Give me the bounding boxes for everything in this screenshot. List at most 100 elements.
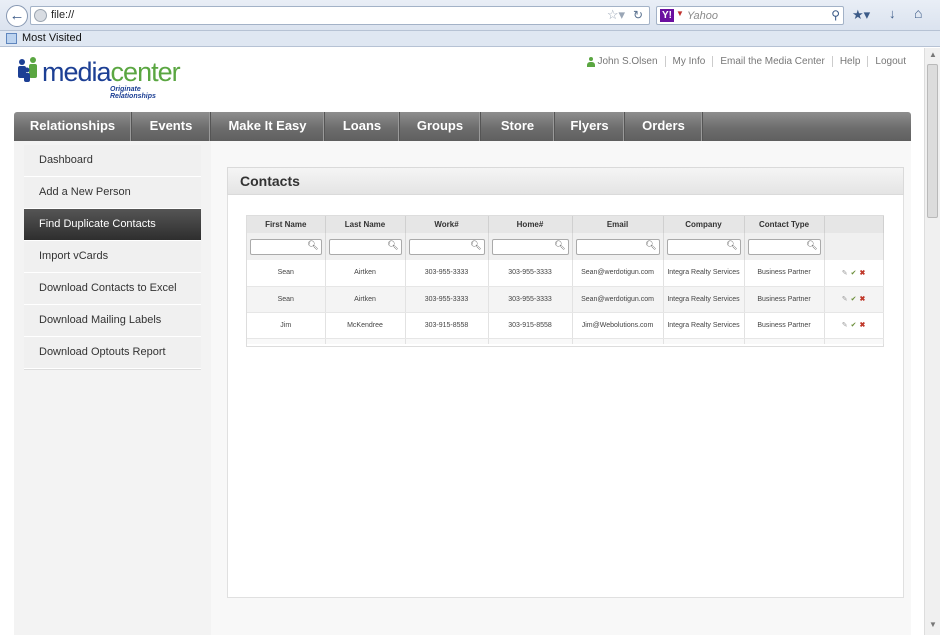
scroll-up-icon[interactable]: ▲ xyxy=(929,50,937,59)
search-icon: 🔍︎ xyxy=(307,239,319,250)
divider xyxy=(712,56,714,67)
yahoo-icon[interactable]: Y! xyxy=(660,9,674,22)
home-icon[interactable]: ⌂ xyxy=(914,5,922,21)
reload-icon[interactable]: ↻ xyxy=(633,8,643,22)
sidebar-item-mailing-labels[interactable]: Download Mailing Labels xyxy=(24,305,201,337)
divider xyxy=(831,56,833,67)
url-text[interactable]: file:// xyxy=(51,9,74,21)
download-icon[interactable]: ↓ xyxy=(889,6,896,21)
delete-icon[interactable]: ✖ xyxy=(859,270,865,277)
column-header-work[interactable]: Work# xyxy=(405,216,489,233)
bookmarks-menu-icon[interactable]: ★▾ xyxy=(852,7,870,23)
bookmarks-bar: Most Visited xyxy=(0,31,940,47)
check-icon[interactable]: ✔ xyxy=(851,296,857,303)
check-icon[interactable]: ✔ xyxy=(851,322,857,329)
most-visited-icon xyxy=(6,33,17,44)
table-row[interactable]: Sean Airtken 303-955-3333 303-955-3333 S… xyxy=(247,260,884,287)
bookmark-star-icon[interactable]: ☆▾ xyxy=(607,7,625,23)
sidebar-item-dashboard[interactable]: Dashboard xyxy=(24,145,201,177)
logo-wordmark: mediacenter xyxy=(42,57,181,87)
column-header-actions xyxy=(824,216,884,233)
column-header-first-name[interactable]: First Name xyxy=(247,216,326,233)
nav-loans[interactable]: Loans xyxy=(325,112,400,141)
edit-icon[interactable]: ✎ xyxy=(842,296,848,303)
filter-row: 🔍︎ 🔍︎ 🔍︎ 🔍︎ 🔍︎ 🔍︎ 🔍︎ xyxy=(247,233,884,260)
page-title: Contacts xyxy=(240,173,300,189)
user-icon xyxy=(587,56,596,67)
column-header-email[interactable]: Email xyxy=(572,216,664,233)
sidebar-item-find-duplicates[interactable]: Find Duplicate Contacts xyxy=(24,209,201,241)
nav-relationships[interactable]: Relationships xyxy=(14,112,132,141)
column-header-contact-type[interactable]: Contact Type xyxy=(744,216,825,233)
nav-store[interactable]: Store xyxy=(481,112,555,141)
contacts-table: First Name Last Name Work# Home# Email C… xyxy=(247,216,884,344)
row-actions: ✎ ✔ ✖ xyxy=(824,286,884,313)
sidebar-menu: Dashboard Add a New Person Find Duplicat… xyxy=(24,145,201,369)
sidebar-item-import-vcards[interactable]: Import vCards xyxy=(24,241,201,273)
search-icon: 🔍︎ xyxy=(806,239,818,250)
my-info-link[interactable]: My Info xyxy=(673,56,706,67)
main-nav: Relationships Events Make It Easy Loans … xyxy=(14,112,911,141)
filter-last-name[interactable]: 🔍︎ xyxy=(328,238,402,255)
filter-contact-type[interactable]: 🔍︎ xyxy=(747,238,821,255)
check-icon[interactable]: ✔ xyxy=(851,270,857,277)
header-row: First Name Last Name Work# Home# Email C… xyxy=(247,216,884,233)
sidebar-item-add-person[interactable]: Add a New Person xyxy=(24,177,201,209)
delete-icon[interactable]: ✖ xyxy=(859,322,865,329)
edit-icon[interactable]: ✎ xyxy=(842,322,848,329)
logo[interactable]: mediacenter Originate Relationships xyxy=(14,56,184,100)
filter-email[interactable]: 🔍︎ xyxy=(575,238,660,255)
top-links: John S.Olsen My Info Email the Media Cen… xyxy=(587,56,906,67)
web-page: mediacenter Originate Relationships John… xyxy=(0,48,924,635)
delete-icon[interactable]: ✖ xyxy=(859,296,865,303)
table-row[interactable]: Sean Airtken 303-955-3333 303-955-3333 S… xyxy=(247,286,884,313)
user-name-link[interactable]: John S.Olsen xyxy=(597,56,657,67)
back-button[interactable]: ← xyxy=(6,5,28,27)
row-actions: ✎ ✔ ✖ xyxy=(824,312,884,339)
search-icon[interactable]: ⚲ xyxy=(831,8,840,22)
email-media-center-link[interactable]: Email the Media Center xyxy=(720,56,825,67)
scroll-thumb[interactable] xyxy=(927,64,938,218)
main-content: Contacts First Name Last Name Work# Home… xyxy=(211,141,911,635)
search-icon: 🔍︎ xyxy=(726,239,738,250)
filter-first-name[interactable]: 🔍︎ xyxy=(250,238,322,255)
row-actions: ✎ ✔ ✖ xyxy=(824,260,884,287)
sidebar-item-optouts-report[interactable]: Download Optouts Report xyxy=(24,337,201,369)
column-header-last-name[interactable]: Last Name xyxy=(325,216,406,233)
nav-events[interactable]: Events xyxy=(132,112,211,141)
browser-toolbar: ← file:// ☆▾ ↻ Y! ▼ Yahoo ⚲ ★▾ ↓ ⌂ xyxy=(0,0,940,31)
page-scrollbar[interactable]: ▲ ▼ xyxy=(924,48,940,635)
column-header-home[interactable]: Home# xyxy=(488,216,573,233)
filter-company[interactable]: 🔍︎ xyxy=(666,238,741,255)
globe-icon xyxy=(34,9,47,22)
logo-people-icon xyxy=(18,57,37,82)
table-row[interactable]: Jim McKendree 303-915-8558 303-915-8558 … xyxy=(247,312,884,339)
filter-home[interactable]: 🔍︎ xyxy=(491,238,569,255)
sidebar: Dashboard Add a New Person Find Duplicat… xyxy=(14,141,211,635)
search-engine-dropdown-icon[interactable]: ▼ xyxy=(676,9,684,18)
sidebar-item-download-excel[interactable]: Download Contacts to Excel xyxy=(24,273,201,305)
address-bar[interactable]: file:// ☆▾ ↻ xyxy=(30,6,650,25)
search-bar[interactable]: Y! ▼ Yahoo ⚲ xyxy=(656,6,844,25)
nav-groups[interactable]: Groups xyxy=(400,112,481,141)
scroll-down-icon[interactable]: ▼ xyxy=(929,620,937,629)
column-header-company[interactable]: Company xyxy=(663,216,745,233)
logout-link[interactable]: Logout xyxy=(875,56,906,67)
nav-flyers[interactable]: Flyers xyxy=(555,112,625,141)
search-icon: 🔍︎ xyxy=(645,239,657,250)
edit-icon[interactable]: ✎ xyxy=(842,270,848,277)
most-visited-link[interactable]: Most Visited xyxy=(22,32,82,44)
search-icon: 🔍︎ xyxy=(470,239,482,250)
nav-make-it-easy[interactable]: Make It Easy xyxy=(211,112,325,141)
nav-orders[interactable]: Orders xyxy=(625,112,703,141)
filter-work[interactable]: 🔍︎ xyxy=(408,238,485,255)
table-spacer-row xyxy=(247,338,884,344)
divider xyxy=(867,56,869,67)
contacts-panel: Contacts First Name Last Name Work# Home… xyxy=(227,167,904,598)
search-input[interactable]: Yahoo xyxy=(687,10,718,22)
panel-header: Contacts xyxy=(227,167,904,195)
contacts-grid: First Name Last Name Work# Home# Email C… xyxy=(246,215,884,347)
logo-tagline: Originate Relationships xyxy=(110,86,156,100)
search-icon: 🔍︎ xyxy=(387,239,399,250)
help-link[interactable]: Help xyxy=(840,56,861,67)
